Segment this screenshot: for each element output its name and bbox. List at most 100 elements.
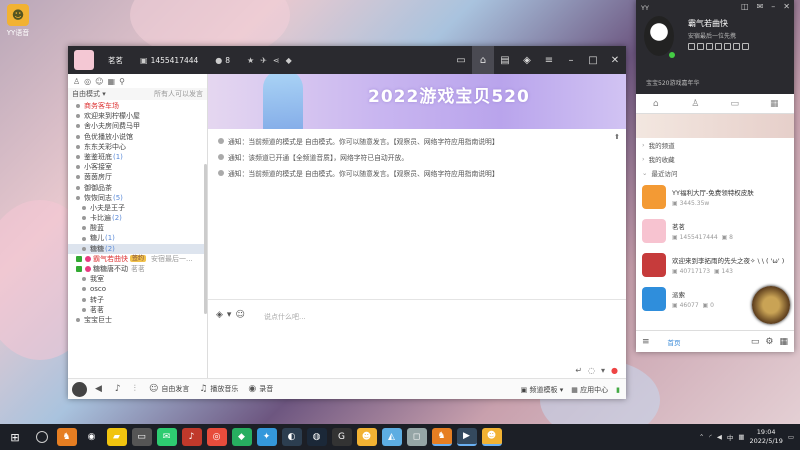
menu-icon[interactable]: ≡ xyxy=(642,337,650,347)
tab-home[interactable]: ⌂ xyxy=(636,94,676,113)
taskbar-app7-icon[interactable]: ◻ xyxy=(406,428,427,446)
event-banner[interactable]: 2022游戏宝贝520 xyxy=(208,74,626,129)
taskbar-chrome-icon[interactable]: ◎ xyxy=(206,428,227,446)
badge-icon[interactable] xyxy=(724,43,731,50)
taskbar-unreal-icon[interactable]: ◉ xyxy=(82,428,102,446)
channel-item[interactable]: 我室 xyxy=(68,274,207,284)
grid-icon[interactable]: ▦ xyxy=(779,337,788,347)
title-bar[interactable]: 茗茗 ▣ 1455417444 ● 8 ★ ✈ ⋖ ◆ ▭ ⌂ ▤ ◈ ≡ – … xyxy=(68,46,626,74)
channel-item[interactable]: 东东关彩中心 xyxy=(68,142,207,152)
free-speak-button[interactable]: ☺ 自由发言 xyxy=(149,384,189,394)
recent-item[interactable]: YY福利大厅-免费领特权皮肤 ▣ 3445.35w xyxy=(636,180,794,214)
close-button[interactable]: ✕ xyxy=(783,2,790,11)
tab-home-label[interactable]: 首页 xyxy=(668,337,681,347)
channel-item[interactable]: 宝宝巨士 xyxy=(68,315,207,325)
mail-icon[interactable]: ✉ xyxy=(757,2,764,11)
tab-apps[interactable]: ▦ xyxy=(755,94,795,113)
record-button[interactable]: ◉ 录音 xyxy=(248,384,273,394)
tab-groups[interactable]: ▭ xyxy=(715,94,755,113)
board-icon[interactable]: ▤ xyxy=(494,46,516,74)
minimize-button[interactable]: – xyxy=(560,46,582,74)
shield-icon[interactable]: ◆ xyxy=(286,56,292,65)
settings-slider-icon[interactable]: ⫶ xyxy=(134,384,139,394)
tab-friends[interactable]: ♙ xyxy=(676,94,716,113)
badge-icon[interactable] xyxy=(733,43,740,50)
channel-item[interactable]: 茵茵房厅 xyxy=(68,172,207,182)
taskbar-app3-icon[interactable]: ✦ xyxy=(256,428,277,446)
taskbar-files-icon[interactable]: ▰ xyxy=(106,428,127,446)
badge-icon[interactable] xyxy=(742,43,749,50)
chevron-down-icon[interactable]: ▾ xyxy=(601,366,605,375)
location-icon[interactable]: ◎ xyxy=(84,77,91,86)
close-button[interactable]: ✕ xyxy=(604,46,626,74)
taskbar-app5-icon[interactable]: G xyxy=(331,428,352,446)
favorite-icon[interactable]: ★ xyxy=(247,56,254,65)
wifi-icon[interactable]: ◜ xyxy=(709,433,712,441)
taskbar-app6-icon[interactable]: ◭ xyxy=(381,428,402,446)
home-icon[interactable]: ⌂ xyxy=(472,46,494,74)
panel-section[interactable]: ⌄ 最近访问 xyxy=(636,166,794,180)
channel-item[interactable]: 御御品茶 xyxy=(68,183,207,193)
badge-icon[interactable] xyxy=(706,43,713,50)
channel-item[interactable]: 小客接室 xyxy=(68,162,207,172)
clock[interactable]: 19:04 2022/5/19 xyxy=(750,428,783,446)
avatar[interactable] xyxy=(72,381,87,397)
panel-section[interactable]: › 我的收藏 xyxy=(636,152,794,166)
badge-icon[interactable] xyxy=(697,43,704,50)
game-emblem-icon[interactable] xyxy=(752,286,790,324)
user-item[interactable]: 霸气若曲快 签约 安宿最后一... xyxy=(68,254,207,264)
taskbar-app-icon[interactable]: ♞ xyxy=(56,428,77,446)
share-icon[interactable]: ⋖ xyxy=(273,56,280,65)
taskbar-yy2-icon[interactable]: ☻ xyxy=(481,428,502,446)
channel-scrollbar[interactable] xyxy=(204,164,207,314)
channel-template-button[interactable]: ▣ 频道模板 ▾ xyxy=(521,385,564,395)
scroll-top-icon[interactable]: ⬆ xyxy=(614,133,620,141)
play-music-button[interactable]: ♫ 播放音乐 xyxy=(199,384,238,394)
gamepad-icon[interactable]: ◈ xyxy=(516,46,538,74)
taskbar-app2-icon[interactable]: ◆ xyxy=(231,428,252,446)
channel-item[interactable]: 酸蓝 xyxy=(68,223,207,233)
taskbar-terminal-icon[interactable]: ▭ xyxy=(131,428,152,446)
channel-item[interactable]: 鉴鉴班底 (1) xyxy=(68,152,207,162)
emoji-icon[interactable]: ☺ xyxy=(235,310,244,320)
channel-item[interactable]: 糖糖 (2) xyxy=(68,243,207,254)
mic-icon[interactable]: ♪ xyxy=(115,384,124,394)
mic-icon[interactable]: ● xyxy=(611,366,618,375)
channel-item[interactable]: 茗茗 xyxy=(68,305,207,315)
chevron-down-icon[interactable]: ▾ xyxy=(227,310,232,320)
plane-icon[interactable]: ✈ xyxy=(260,56,267,65)
taskbar-app8-icon[interactable]: ♞ xyxy=(431,428,452,446)
ime-indicator[interactable]: 中 xyxy=(727,432,734,442)
badge-icon[interactable] xyxy=(688,43,695,50)
channel-item[interactable]: 商务客车场 xyxy=(68,101,207,111)
taskbar-steam-icon[interactable]: ◍ xyxy=(306,428,327,446)
channel-item[interactable]: 色优播放小说馆 xyxy=(68,132,207,142)
video-icon[interactable]: ▭ xyxy=(751,337,760,347)
smile-icon[interactable]: ☺ xyxy=(95,77,103,86)
skin-icon[interactable]: ◫ xyxy=(741,2,749,11)
recent-item[interactable]: 茗茗 ▣ 1455417444 ▣ 8 xyxy=(636,214,794,248)
gear-icon[interactable]: ⚙ xyxy=(765,337,773,347)
mode-bar[interactable]: 自由模式 ▾ 所有人可以发言 xyxy=(68,88,207,100)
windows-start-icon[interactable]: ⊞ xyxy=(0,431,30,444)
taskbar-game-icon[interactable]: ▶ xyxy=(456,428,477,446)
taskbar-yy-icon[interactable]: ☻ xyxy=(356,428,377,446)
input-grid-icon[interactable]: ▦ xyxy=(738,433,744,441)
channel-item[interactable]: osco xyxy=(68,284,207,294)
chevron-up-icon[interactable]: ⌃ xyxy=(699,433,704,441)
video-icon[interactable]: ▭ xyxy=(450,46,472,74)
menu-icon[interactable]: ≡ xyxy=(538,46,560,74)
avatar[interactable] xyxy=(644,16,674,56)
chat-input[interactable]: 说点什么吧... xyxy=(264,312,306,322)
taskbar-cortana-icon[interactable] xyxy=(36,431,48,443)
user-icon[interactable]: ♙ xyxy=(73,77,80,86)
current-channel-line[interactable]: 宝宝520游戏嘉年华 xyxy=(646,78,699,87)
maximize-button[interactable]: □ xyxy=(582,46,604,74)
badge-icon[interactable] xyxy=(715,43,722,50)
panel-section[interactable]: › 我的频道 xyxy=(636,138,794,152)
volume-icon[interactable]: ◀ xyxy=(717,433,722,441)
signature[interactable]: 安宿最后一位先携 xyxy=(688,31,736,40)
taskbar-netease-icon[interactable]: ♪ xyxy=(181,428,202,446)
taskbar-app4-icon[interactable]: ◐ xyxy=(281,428,302,446)
channel-item[interactable]: 舍小夫房间费马甲 xyxy=(68,121,207,131)
